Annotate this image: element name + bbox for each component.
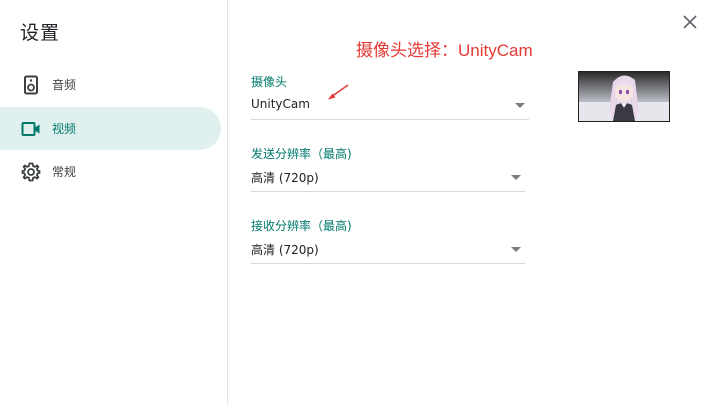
receive-resolution-value: 高清 (720p) — [251, 243, 319, 257]
camera-label: 摄像头 — [251, 75, 288, 89]
send-resolution-value: 高清 (720p) — [251, 171, 319, 185]
sidebar-item-label: 视频 — [52, 122, 77, 136]
receive-resolution-select[interactable]: 高清 (720p) — [251, 235, 525, 264]
camera-select-value: UnityCam — [251, 97, 310, 111]
settings-sidebar: 设置 音频 视频 常规 — [0, 0, 228, 405]
sidebar-item-video[interactable]: 视频 — [0, 107, 221, 150]
dialog-title: 设置 — [20, 22, 61, 44]
send-resolution-label: 发送分辨率（最高) — [251, 147, 352, 161]
settings-dialog: 设置 音频 视频 常规 摄像头选择：UnityCam 摄像头 UnityCam … — [0, 0, 714, 405]
camera-selection-annotation: 摄像头选择：UnityCam — [356, 41, 533, 60]
video-camera-icon — [20, 118, 42, 140]
speaker-icon — [20, 74, 42, 96]
sidebar-item-label: 常规 — [52, 165, 77, 179]
receive-resolution-label: 接收分辨率（最高) — [251, 219, 352, 233]
sidebar-item-label: 音频 — [52, 78, 77, 92]
close-button[interactable] — [680, 13, 700, 33]
send-resolution-select[interactable]: 高清 (720p) — [251, 163, 525, 192]
gear-icon — [20, 161, 42, 183]
close-icon — [683, 14, 697, 33]
sidebar-item-general[interactable]: 常规 — [0, 150, 221, 193]
sidebar-item-audio[interactable]: 音频 — [0, 63, 221, 106]
dropdown-arrow-icon — [511, 175, 521, 180]
dropdown-arrow-icon — [515, 103, 525, 108]
dropdown-arrow-icon — [511, 247, 521, 252]
camera-select[interactable]: UnityCam — [251, 91, 529, 120]
camera-preview — [578, 71, 670, 122]
